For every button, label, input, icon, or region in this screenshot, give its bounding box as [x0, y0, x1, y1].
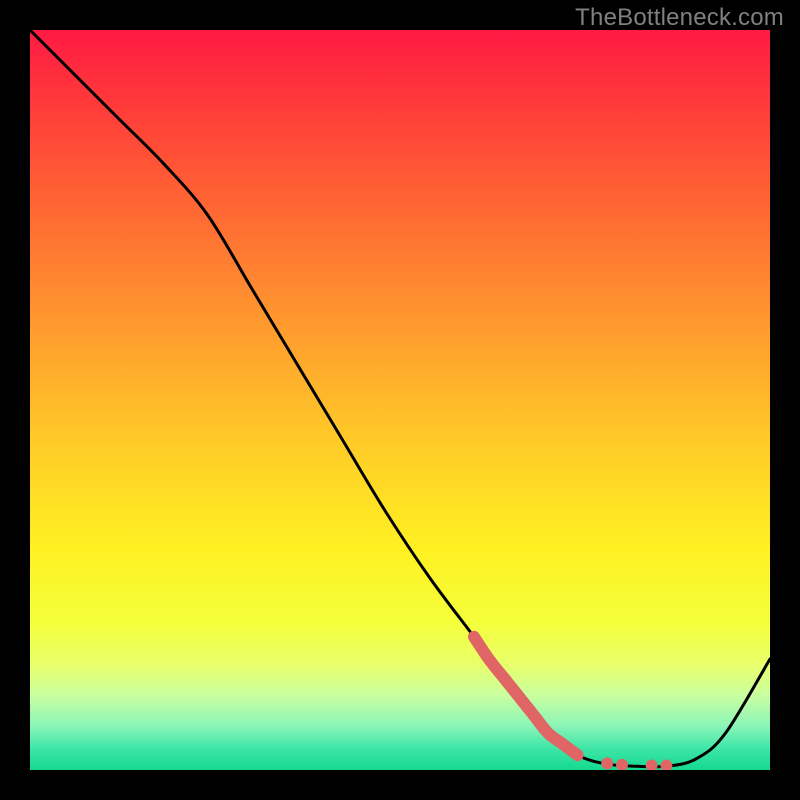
- watermark-text: TheBottleneck.com: [575, 4, 784, 32]
- chart-svg: [30, 30, 770, 770]
- highlight-dot: [601, 757, 613, 769]
- plot-area: [30, 30, 770, 770]
- chart-frame: TheBottleneck.com: [0, 0, 800, 800]
